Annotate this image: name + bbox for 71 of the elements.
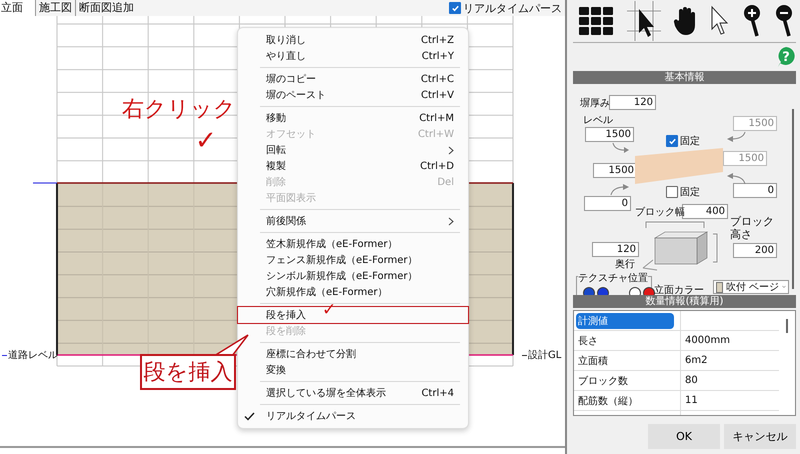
fix-checkbox[interactable]: 固定 xyxy=(666,134,700,148)
menu-item[interactable]: シンボル新規作成（eE-Former） xyxy=(238,268,468,284)
annotation-text: 右クリック xyxy=(122,96,236,124)
table-cell[interactable]: 長さ xyxy=(576,332,600,348)
number-field[interactable]: 1500 xyxy=(585,127,634,142)
menu-item[interactable]: 選択している塀を全体表示 Ctrl+4 xyxy=(238,385,468,401)
menu-item[interactable]: リアルタイムパース xyxy=(238,408,468,424)
facade-color-dropdown[interactable]: 吹付 ベージ xyxy=(713,280,789,294)
menu-item[interactable]: 回転 xyxy=(238,142,468,158)
block-height-label: ブロック高さ xyxy=(730,216,775,242)
checkmark-icon xyxy=(668,136,676,146)
arrow-icon xyxy=(725,173,747,185)
menu-item[interactable]: 座標に合わせて分割 xyxy=(238,346,468,362)
view-tab[interactable]: 施工図 xyxy=(35,0,75,16)
design-gl-label: 設計GL xyxy=(522,348,562,362)
menu-item[interactable]: 塀のペースト Ctrl+V xyxy=(238,87,468,103)
number-field[interactable]: 200 xyxy=(733,243,777,258)
grid-icon[interactable] xyxy=(579,6,615,36)
menu-item[interactable]: 穴新規作成（eE-Former） xyxy=(238,284,468,300)
chevron-right-icon xyxy=(448,216,454,226)
section-header: 基本情報 xyxy=(573,71,796,84)
menu-item[interactable]: 変換 xyxy=(238,362,468,378)
checkmark-icon xyxy=(450,4,460,12)
section-header: 数量情報(積算用) xyxy=(573,295,796,308)
arrow-icon xyxy=(611,142,631,154)
zoom-in-icon[interactable] xyxy=(742,4,762,38)
menu-item[interactable]: やり直し Ctrl+Y xyxy=(238,48,468,64)
menu-item[interactable]: 塀のコピー Ctrl+C xyxy=(238,71,468,87)
guide-line xyxy=(32,182,58,184)
number-field[interactable]: 0 xyxy=(733,183,777,198)
menu-item[interactable]: 複製 Ctrl+D xyxy=(238,158,468,174)
table-cell[interactable]: 配筋数（縦） xyxy=(576,392,640,408)
view-tab[interactable]: 断面図追加 xyxy=(75,0,137,16)
depth-label: 奥行 xyxy=(615,258,635,271)
table-cell[interactable]: ブロック数 xyxy=(576,372,630,388)
table-cell: 6m2 xyxy=(685,355,708,366)
table-cell: 11 xyxy=(685,395,698,406)
ok-button[interactable]: OK xyxy=(648,424,720,449)
block-width-label: ブロック幅 xyxy=(635,206,685,219)
thickness-label: 塀厚み xyxy=(580,97,610,110)
texture-label: テクスチャ位置 xyxy=(578,271,648,285)
fix-checkbox[interactable]: 固定 xyxy=(666,185,700,199)
table-cell: 80 xyxy=(685,375,698,386)
menu-item[interactable]: フェンス新規作成（eE-Former） xyxy=(238,252,468,268)
facade-color-label: 立面カラー xyxy=(654,284,704,295)
scrollbar[interactable] xyxy=(792,109,794,289)
cancel-button[interactable]: キャンセル xyxy=(724,424,796,449)
number-field[interactable]: 0 xyxy=(584,196,631,211)
number-field[interactable]: 120 xyxy=(592,242,639,257)
arrow-icon xyxy=(609,184,631,196)
pointer-icon[interactable] xyxy=(710,5,730,37)
table-cell[interactable]: 計測値 xyxy=(576,312,674,328)
view-tab[interactable]: 立面 xyxy=(0,0,35,16)
road-level-label: 道路レベル xyxy=(2,348,58,362)
check-icon xyxy=(244,412,255,420)
number-field[interactable]: 120 xyxy=(609,95,656,110)
zoom-out-icon[interactable] xyxy=(774,4,794,38)
menu-item[interactable]: 前後関係 xyxy=(238,213,468,229)
level-label: レベル xyxy=(583,114,613,127)
menu-item[interactable]: 取り消し Ctrl+Z xyxy=(238,32,468,48)
number-field[interactable]: 1500 xyxy=(593,163,637,178)
check-mark: ✓ xyxy=(195,128,217,154)
table-cell[interactable]: 立面積 xyxy=(576,352,610,368)
chevron-right-icon xyxy=(448,146,454,154)
menu-item[interactable]: 笠木新規作成（eE-Former） xyxy=(238,236,468,252)
arrow-icon xyxy=(725,131,747,143)
realtime-checkbox[interactable]: リアルタイムパース xyxy=(449,0,562,16)
scrollbar[interactable] xyxy=(786,319,788,333)
cursor-grid-icon[interactable] xyxy=(626,1,661,41)
menu-item[interactable]: 移動 Ctrl+M xyxy=(238,110,468,126)
table-cell: 4000mm xyxy=(685,335,730,346)
